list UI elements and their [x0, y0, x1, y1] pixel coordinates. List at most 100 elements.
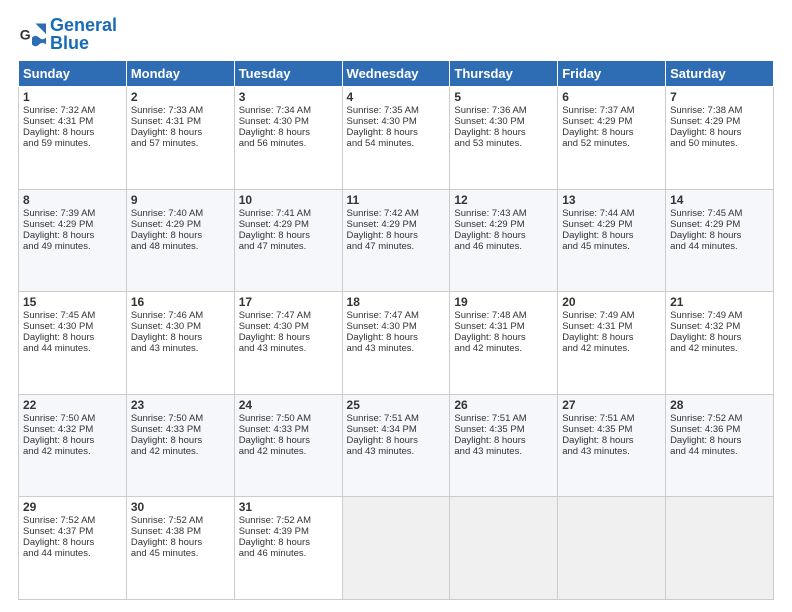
day-info-line: and 43 minutes.: [131, 343, 230, 354]
calendar-header-tuesday: Tuesday: [234, 61, 342, 87]
calendar-cell: 30Sunrise: 7:52 AMSunset: 4:38 PMDayligh…: [126, 497, 234, 600]
day-info-line: Daylight: 8 hours: [239, 230, 338, 241]
day-info-line: and 42 minutes.: [670, 343, 769, 354]
calendar-week-5: 29Sunrise: 7:52 AMSunset: 4:37 PMDayligh…: [19, 497, 774, 600]
day-info-line: and 53 minutes.: [454, 138, 553, 149]
calendar-cell: 26Sunrise: 7:51 AMSunset: 4:35 PMDayligh…: [450, 394, 558, 497]
day-info-line: Daylight: 8 hours: [562, 435, 661, 446]
calendar-cell: 13Sunrise: 7:44 AMSunset: 4:29 PMDayligh…: [558, 189, 666, 292]
day-info-line: and 46 minutes.: [239, 548, 338, 559]
day-info-line: Daylight: 8 hours: [347, 230, 446, 241]
day-info-line: and 44 minutes.: [670, 241, 769, 252]
day-info-line: Daylight: 8 hours: [347, 332, 446, 343]
day-info-line: Sunrise: 7:52 AM: [670, 413, 769, 424]
day-info-line: Sunrise: 7:52 AM: [239, 515, 338, 526]
calendar-cell: 15Sunrise: 7:45 AMSunset: 4:30 PMDayligh…: [19, 292, 127, 395]
day-info-line: Daylight: 8 hours: [23, 230, 122, 241]
calendar-cell: 17Sunrise: 7:47 AMSunset: 4:30 PMDayligh…: [234, 292, 342, 395]
day-number: 22: [23, 398, 122, 412]
day-number: 21: [670, 295, 769, 309]
day-info-line: Sunset: 4:31 PM: [562, 321, 661, 332]
calendar-week-2: 8Sunrise: 7:39 AM Sunset: 4:29 PM Daylight…: [19, 189, 774, 292]
day-info-line: Sunrise: 7:49 AM: [562, 310, 661, 321]
day-info-line: Sunset: 4:36 PM: [670, 424, 769, 435]
calendar-header-saturday: Saturday: [666, 61, 774, 87]
day-number: 28: [670, 398, 769, 412]
day-info-line: Sunrise: 7:43 AM: [454, 208, 553, 219]
calendar-week-4: 22Sunrise: 7:50 AMSunset: 4:32 PMDayligh…: [19, 394, 774, 497]
day-info-line: Sunset: 4:38 PM: [131, 526, 230, 537]
day-info-line: Daylight: 8 hours: [131, 230, 230, 241]
day-info-line: Daylight: 8 hours: [23, 332, 122, 343]
calendar-cell: 10Sunrise: 7:41 AMSunset: 4:29 PMDayligh…: [234, 189, 342, 292]
calendar-cell: 18Sunrise: 7:47 AMSunset: 4:30 PMDayligh…: [342, 292, 450, 395]
calendar-cell: 11Sunrise: 7:42 AMSunset: 4:29 PMDayligh…: [342, 189, 450, 292]
day-info-line: Sunrise: 7:32 AM: [23, 105, 122, 116]
day-info-line: Sunrise: 7:40 AM: [131, 208, 230, 219]
calendar-cell: 23Sunrise: 7:50 AMSunset: 4:33 PMDayligh…: [126, 394, 234, 497]
day-number: 30: [131, 500, 230, 514]
day-number: 27: [562, 398, 661, 412]
day-info-line: and 42 minutes.: [23, 446, 122, 457]
calendar-cell: 20Sunrise: 7:49 AMSunset: 4:31 PMDayligh…: [558, 292, 666, 395]
day-info-line: Daylight: 8 hours: [562, 127, 661, 138]
calendar-cell: [558, 497, 666, 600]
calendar-header-row: SundayMondayTuesdayWednesdayThursdayFrid…: [19, 61, 774, 87]
day-number: 15: [23, 295, 122, 309]
day-info-line: and 43 minutes.: [347, 343, 446, 354]
day-info-line: Sunrise: 7:46 AM: [131, 310, 230, 321]
day-info-line: Sunset: 4:31 PM: [131, 116, 230, 127]
day-info-line: Sunrise: 7:39 AM: [23, 208, 122, 219]
day-info-line: and 57 minutes.: [131, 138, 230, 149]
calendar-cell: [666, 497, 774, 600]
day-number: 9: [131, 193, 230, 207]
day-info-line: Sunrise: 7:34 AM: [239, 105, 338, 116]
day-info-line: Daylight: 8 hours: [347, 127, 446, 138]
day-info-line: Sunset: 4:30 PM: [347, 321, 446, 332]
day-number: 8: [23, 193, 122, 207]
day-info-line: Sunrise: 7:41 AM: [239, 208, 338, 219]
day-info-line: Daylight: 8 hours: [23, 435, 122, 446]
day-info-line: Sunset: 4:32 PM: [23, 424, 122, 435]
calendar-cell: 7Sunrise: 7:38 AMSunset: 4:29 PMDaylight…: [666, 87, 774, 190]
day-info-line: Sunset: 4:29 PM: [562, 219, 661, 230]
calendar-cell: 8Sunrise: 7:39 AMSunset: 4:29 PMDaylight…: [19, 189, 127, 292]
calendar-week-1: 1Sunrise: 7:32 AM Sunset: 4:31 PM Daylight…: [19, 87, 774, 190]
day-info-line: and 47 minutes.: [347, 241, 446, 252]
calendar-cell: 12Sunrise: 7:43 AMSunset: 4:29 PMDayligh…: [450, 189, 558, 292]
day-info-line: Sunrise: 7:49 AM: [670, 310, 769, 321]
day-info-line: Sunset: 4:35 PM: [562, 424, 661, 435]
day-info-line: and 45 minutes.: [562, 241, 661, 252]
day-info-line: Sunset: 4:33 PM: [239, 424, 338, 435]
day-info-line: Sunrise: 7:47 AM: [347, 310, 446, 321]
day-info-line: Sunset: 4:32 PM: [670, 321, 769, 332]
day-number: 7: [670, 90, 769, 104]
day-info-line: Daylight: 8 hours: [131, 435, 230, 446]
calendar-table: SundayMondayTuesdayWednesdayThursdayFrid…: [18, 60, 774, 600]
day-number: 14: [670, 193, 769, 207]
day-number: 1: [23, 90, 122, 104]
day-info-line: Sunrise: 7:45 AM: [670, 208, 769, 219]
calendar-cell: [450, 497, 558, 600]
day-info-line: Sunrise: 7:38 AM: [670, 105, 769, 116]
day-info-line: Daylight: 8 hours: [239, 537, 338, 548]
calendar-cell: 1Sunrise: 7:32 AMSunset: 4:31 PMDaylight…: [19, 87, 127, 190]
day-info-line: and 48 minutes.: [131, 241, 230, 252]
logo-text-general: General: [50, 16, 117, 34]
day-info-line: Daylight: 8 hours: [670, 332, 769, 343]
day-info-line: Sunrise: 7:37 AM: [562, 105, 661, 116]
day-info-line: Sunrise: 7:51 AM: [562, 413, 661, 424]
day-info-line: Sunrise: 7:51 AM: [454, 413, 553, 424]
day-number: 18: [347, 295, 446, 309]
day-info-line: Sunrise: 7:36 AM: [454, 105, 553, 116]
calendar-cell: 27Sunrise: 7:51 AMSunset: 4:35 PMDayligh…: [558, 394, 666, 497]
day-info-line: Sunset: 4:33 PM: [131, 424, 230, 435]
day-number: 29: [23, 500, 122, 514]
day-info-line: and 52 minutes.: [562, 138, 661, 149]
day-info-line: Sunset: 4:34 PM: [347, 424, 446, 435]
day-number: 13: [562, 193, 661, 207]
day-info-line: and 44 minutes.: [23, 548, 122, 559]
day-info-line: Sunrise: 7:48 AM: [454, 310, 553, 321]
day-info-line: Sunrise: 7:42 AM: [347, 208, 446, 219]
calendar-cell: 22Sunrise: 7:50 AMSunset: 4:32 PMDayligh…: [19, 394, 127, 497]
